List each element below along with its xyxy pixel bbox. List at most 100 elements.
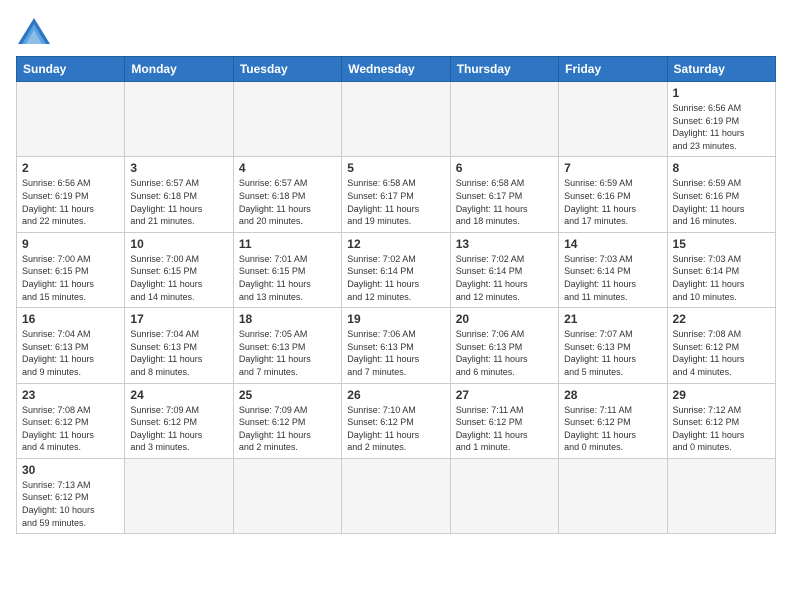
- calendar-day-cell: [342, 82, 450, 157]
- day-number: 5: [347, 161, 444, 175]
- day-number: 18: [239, 312, 336, 326]
- calendar-day-cell: 2 Sunrise: 6:56 AM Sunset: 6:19 PM Daylig…: [17, 157, 125, 232]
- day-number: 25: [239, 388, 336, 402]
- calendar-day-cell: 18 Sunrise: 7:05 AM Sunset: 6:13 PM Dayli…: [233, 308, 341, 383]
- calendar-day-cell: 25 Sunrise: 7:09 AM Sunset: 6:12 PM Dayli…: [233, 383, 341, 458]
- calendar-day-cell: 30Sunrise: 7:13 AM Sunset: 6:12 PM Dayli…: [17, 458, 125, 533]
- calendar-day-cell: [125, 458, 233, 533]
- day-number: 23: [22, 388, 119, 402]
- day-number: 22: [673, 312, 770, 326]
- calendar-day-cell: [233, 458, 341, 533]
- day-info: Sunrise: 6:58 AM Sunset: 6:17 PM Dayligh…: [456, 177, 553, 227]
- calendar-day-cell: 5 Sunrise: 6:58 AM Sunset: 6:17 PM Daylig…: [342, 157, 450, 232]
- day-number: 9: [22, 237, 119, 251]
- day-number: 6: [456, 161, 553, 175]
- day-of-week-header: Monday: [125, 57, 233, 82]
- calendar-day-cell: 16 Sunrise: 7:04 AM Sunset: 6:13 PM Dayli…: [17, 308, 125, 383]
- logo: [16, 16, 58, 46]
- day-number: 27: [456, 388, 553, 402]
- calendar-day-cell: 11 Sunrise: 7:01 AM Sunset: 6:15 PM Dayli…: [233, 232, 341, 307]
- day-info: Sunrise: 7:12 AM Sunset: 6:12 PM Dayligh…: [673, 404, 770, 454]
- day-of-week-header: Sunday: [17, 57, 125, 82]
- calendar-day-cell: 3 Sunrise: 6:57 AM Sunset: 6:18 PM Daylig…: [125, 157, 233, 232]
- day-info: Sunrise: 6:59 AM Sunset: 6:16 PM Dayligh…: [564, 177, 661, 227]
- day-number: 1: [673, 86, 770, 100]
- day-info: Sunrise: 6:56 AM Sunset: 6:19 PM Dayligh…: [22, 177, 119, 227]
- day-of-week-header: Wednesday: [342, 57, 450, 82]
- day-info: Sunrise: 6:57 AM Sunset: 6:18 PM Dayligh…: [239, 177, 336, 227]
- calendar-header-row: SundayMondayTuesdayWednesdayThursdayFrid…: [17, 57, 776, 82]
- day-number: 30: [22, 463, 119, 477]
- calendar-day-cell: [450, 82, 558, 157]
- page-header: [16, 16, 776, 46]
- day-info: Sunrise: 7:02 AM Sunset: 6:14 PM Dayligh…: [456, 253, 553, 303]
- calendar-day-cell: 27 Sunrise: 7:11 AM Sunset: 6:12 PM Dayli…: [450, 383, 558, 458]
- day-of-week-header: Thursday: [450, 57, 558, 82]
- day-info: Sunrise: 7:07 AM Sunset: 6:13 PM Dayligh…: [564, 328, 661, 378]
- day-info: Sunrise: 7:00 AM Sunset: 6:15 PM Dayligh…: [22, 253, 119, 303]
- day-number: 4: [239, 161, 336, 175]
- calendar-day-cell: 7Sunrise: 6:59 AM Sunset: 6:16 PM Daylig…: [559, 157, 667, 232]
- calendar-day-cell: 14 Sunrise: 7:03 AM Sunset: 6:14 PM Dayli…: [559, 232, 667, 307]
- calendar-day-cell: 4 Sunrise: 6:57 AM Sunset: 6:18 PM Daylig…: [233, 157, 341, 232]
- day-number: 19: [347, 312, 444, 326]
- calendar-day-cell: 10 Sunrise: 7:00 AM Sunset: 6:15 PM Dayli…: [125, 232, 233, 307]
- calendar-day-cell: 24 Sunrise: 7:09 AM Sunset: 6:12 PM Dayli…: [125, 383, 233, 458]
- day-info: Sunrise: 6:56 AM Sunset: 6:19 PM Dayligh…: [673, 102, 770, 152]
- calendar-day-cell: 12 Sunrise: 7:02 AM Sunset: 6:14 PM Dayli…: [342, 232, 450, 307]
- calendar-day-cell: [17, 82, 125, 157]
- day-number: 11: [239, 237, 336, 251]
- day-info: Sunrise: 7:01 AM Sunset: 6:15 PM Dayligh…: [239, 253, 336, 303]
- day-info: Sunrise: 7:09 AM Sunset: 6:12 PM Dayligh…: [239, 404, 336, 454]
- calendar-day-cell: 13 Sunrise: 7:02 AM Sunset: 6:14 PM Dayli…: [450, 232, 558, 307]
- day-info: Sunrise: 7:11 AM Sunset: 6:12 PM Dayligh…: [564, 404, 661, 454]
- day-info: Sunrise: 7:05 AM Sunset: 6:13 PM Dayligh…: [239, 328, 336, 378]
- day-info: Sunrise: 7:09 AM Sunset: 6:12 PM Dayligh…: [130, 404, 227, 454]
- day-number: 16: [22, 312, 119, 326]
- day-of-week-header: Saturday: [667, 57, 775, 82]
- day-number: 15: [673, 237, 770, 251]
- day-number: 24: [130, 388, 227, 402]
- calendar-day-cell: 28 Sunrise: 7:11 AM Sunset: 6:12 PM Dayli…: [559, 383, 667, 458]
- calendar-day-cell: 23Sunrise: 7:08 AM Sunset: 6:12 PM Dayli…: [17, 383, 125, 458]
- day-info: Sunrise: 7:04 AM Sunset: 6:13 PM Dayligh…: [130, 328, 227, 378]
- logo-icon: [16, 16, 52, 46]
- day-info: Sunrise: 7:03 AM Sunset: 6:14 PM Dayligh…: [564, 253, 661, 303]
- day-info: Sunrise: 6:57 AM Sunset: 6:18 PM Dayligh…: [130, 177, 227, 227]
- calendar-day-cell: 19Sunrise: 7:06 AM Sunset: 6:13 PM Dayli…: [342, 308, 450, 383]
- day-number: 28: [564, 388, 661, 402]
- day-of-week-header: Friday: [559, 57, 667, 82]
- day-of-week-header: Tuesday: [233, 57, 341, 82]
- calendar-day-cell: 15 Sunrise: 7:03 AM Sunset: 6:14 PM Dayli…: [667, 232, 775, 307]
- day-number: 13: [456, 237, 553, 251]
- day-info: Sunrise: 7:04 AM Sunset: 6:13 PM Dayligh…: [22, 328, 119, 378]
- day-number: 12: [347, 237, 444, 251]
- day-info: Sunrise: 7:00 AM Sunset: 6:15 PM Dayligh…: [130, 253, 227, 303]
- calendar-week-row: 30Sunrise: 7:13 AM Sunset: 6:12 PM Dayli…: [17, 458, 776, 533]
- day-number: 2: [22, 161, 119, 175]
- calendar-day-cell: [559, 82, 667, 157]
- day-number: 10: [130, 237, 227, 251]
- calendar-day-cell: 6 Sunrise: 6:58 AM Sunset: 6:17 PM Daylig…: [450, 157, 558, 232]
- calendar-day-cell: [233, 82, 341, 157]
- calendar-day-cell: [559, 458, 667, 533]
- day-number: 3: [130, 161, 227, 175]
- day-info: Sunrise: 6:58 AM Sunset: 6:17 PM Dayligh…: [347, 177, 444, 227]
- calendar-day-cell: 8Sunrise: 6:59 AM Sunset: 6:16 PM Daylig…: [667, 157, 775, 232]
- calendar-day-cell: 20Sunrise: 7:06 AM Sunset: 6:13 PM Dayli…: [450, 308, 558, 383]
- calendar-day-cell: [125, 82, 233, 157]
- day-info: Sunrise: 7:11 AM Sunset: 6:12 PM Dayligh…: [456, 404, 553, 454]
- day-number: 26: [347, 388, 444, 402]
- calendar-week-row: 2 Sunrise: 6:56 AM Sunset: 6:19 PM Daylig…: [17, 157, 776, 232]
- calendar-week-row: 16 Sunrise: 7:04 AM Sunset: 6:13 PM Dayli…: [17, 308, 776, 383]
- calendar-week-row: 9 Sunrise: 7:00 AM Sunset: 6:15 PM Daylig…: [17, 232, 776, 307]
- calendar-day-cell: [667, 458, 775, 533]
- calendar-day-cell: 9 Sunrise: 7:00 AM Sunset: 6:15 PM Daylig…: [17, 232, 125, 307]
- day-info: Sunrise: 7:03 AM Sunset: 6:14 PM Dayligh…: [673, 253, 770, 303]
- day-number: 14: [564, 237, 661, 251]
- calendar-week-row: 23Sunrise: 7:08 AM Sunset: 6:12 PM Dayli…: [17, 383, 776, 458]
- day-number: 8: [673, 161, 770, 175]
- day-info: Sunrise: 7:10 AM Sunset: 6:12 PM Dayligh…: [347, 404, 444, 454]
- day-info: Sunrise: 7:06 AM Sunset: 6:13 PM Dayligh…: [456, 328, 553, 378]
- day-info: Sunrise: 7:02 AM Sunset: 6:14 PM Dayligh…: [347, 253, 444, 303]
